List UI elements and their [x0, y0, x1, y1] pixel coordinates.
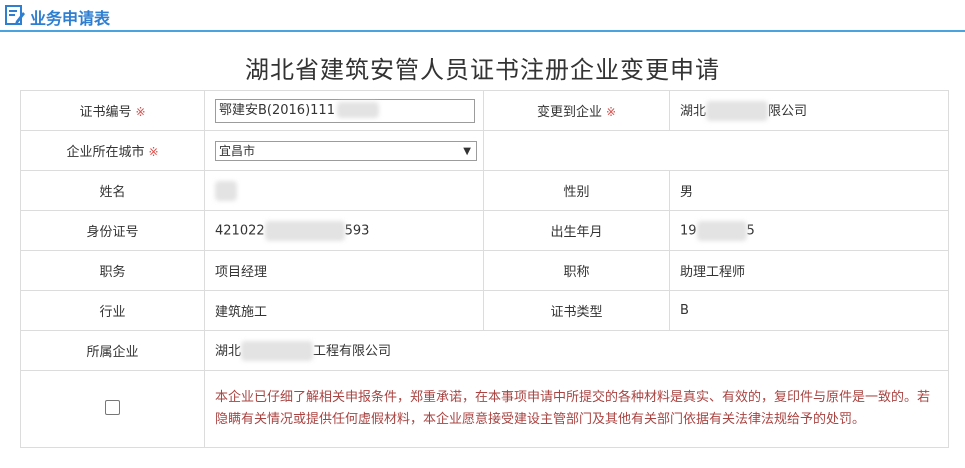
gender-value: 男 [669, 170, 949, 211]
birth-label: 出生年月 [483, 210, 670, 251]
cert-type-value: B [669, 290, 949, 331]
redacted-area [241, 341, 314, 362]
form-row-cert: 证书编号 ※ 鄂建安B(2016)111 变更到企业 ※ 湖北 限公司 [20, 90, 949, 131]
form-row-name: 姓名 性别 男 [20, 170, 949, 211]
header-divider [0, 30, 965, 32]
name-label: 姓名 [20, 170, 205, 211]
redacted-area [336, 102, 379, 118]
redacted-area [215, 180, 237, 201]
form-row-industry: 行业 建筑施工 证书类型 B [20, 290, 949, 331]
form-row-company: 所属企业 湖北 工程有限公司 [20, 330, 949, 371]
gender-label: 性别 [483, 170, 670, 211]
target-company-label: 变更到企业 ※ [483, 90, 670, 131]
id-no-value: 421022 593 [204, 210, 484, 251]
redacted-area [696, 220, 747, 241]
position-value: 项目经理 [204, 250, 484, 291]
redacted-area [706, 101, 769, 122]
cert-type-label: 证书类型 [483, 290, 670, 331]
city-select[interactable]: 宜昌市 ▼ [215, 140, 477, 161]
position-label: 职务 [20, 250, 205, 291]
required-mark: ※ [148, 145, 159, 159]
edit-form-icon [5, 5, 25, 25]
agree-checkbox[interactable] [105, 399, 120, 415]
empty-cell [483, 130, 949, 171]
form-row-city: 企业所在城市 ※ 宜昌市 ▼ [20, 130, 949, 171]
title-value: 助理工程师 [669, 250, 949, 291]
title-label: 职称 [483, 250, 670, 291]
header-title: 业务申请表 [30, 9, 111, 28]
city-label: 企业所在城市 ※ [20, 130, 205, 171]
form-row-id: 身份证号 421022 593 出生年月 19 5 [20, 210, 949, 251]
target-company-value: 湖北 限公司 [669, 90, 949, 131]
application-form: 证书编号 ※ 鄂建安B(2016)111 变更到企业 ※ 湖北 限公司 企业所在城市 ※… [20, 90, 949, 448]
company-label: 所属企业 [20, 330, 205, 371]
form-row-position: 职务 项目经理 职称 助理工程师 [20, 250, 949, 291]
birth-value: 19 5 [669, 210, 949, 251]
redacted-area [264, 220, 345, 241]
declaration-text: 本企业已仔细了解相关申报条件，郑重承诺，在本事项申请中所提交的各种材料是真实、有… [204, 370, 949, 448]
required-mark: ※ [135, 105, 146, 119]
company-value: 湖北 工程有限公司 [204, 330, 949, 371]
required-mark: ※ [605, 105, 617, 119]
page-title: 湖北省建筑安管人员证书注册企业变更申请 [245, 56, 720, 84]
industry-label: 行业 [20, 290, 205, 331]
id-no-label: 身份证号 [20, 210, 205, 251]
dropdown-arrow-icon: ▼ [463, 145, 471, 157]
header-bar: 业务申请表 [0, 0, 965, 32]
cert-no-input[interactable]: 鄂建安B(2016)111 [215, 98, 475, 123]
industry-value: 建筑施工 [204, 290, 484, 331]
form-row-declaration: 本企业已仔细了解相关申报条件，郑重承诺，在本事项申请中所提交的各种材料是真实、有… [20, 370, 949, 448]
name-value [204, 170, 484, 211]
cert-no-label: 证书编号 ※ [20, 90, 205, 131]
